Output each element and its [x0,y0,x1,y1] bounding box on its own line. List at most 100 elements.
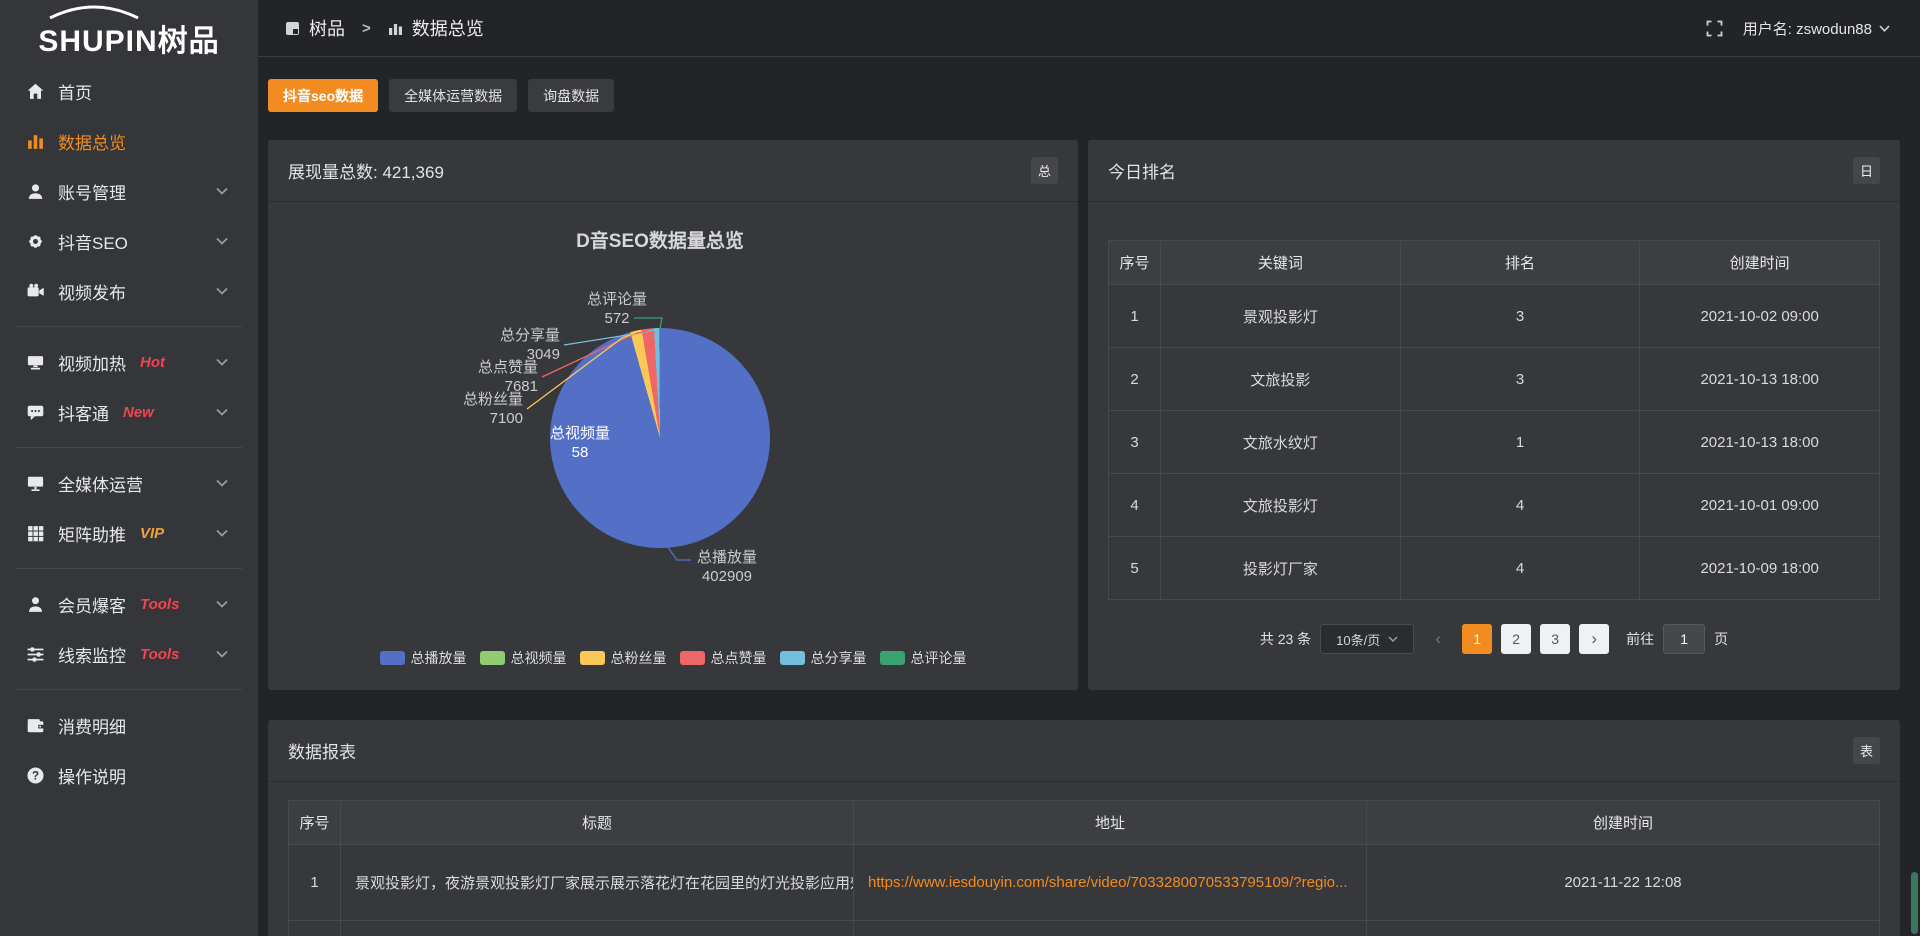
ranking-panel-title: 今日排名 [1108,158,1176,183]
day-toggle-button[interactable]: 日 [1853,157,1880,184]
legend-swatch [380,651,405,665]
goto-label: 前往 [1626,629,1654,649]
sidebar-item-label: 矩阵助推 [58,521,126,546]
sidebar-item-video-heat[interactable]: 视频加热 Hot [0,337,258,387]
vip-badge: VIP [140,525,164,542]
legend-item-videos[interactable]: 总视频量 [480,648,567,668]
page-button-3[interactable]: 3 [1540,624,1570,654]
sidebar-item-label: 全媒体运营 [58,471,143,496]
question-circle-icon: ? [26,766,45,785]
pagination: 共 23 条 10条/页 ‹ 1 2 3 › 前往 页 [1108,624,1880,654]
col-index: 序号 [1109,241,1161,285]
chevron-down-icon [216,187,228,195]
hot-badge: Hot [140,354,165,371]
table-row: 1 景观投影灯，夜游景观投影灯厂家展示展示落花灯在花园里的灯光投影应用效果 # … [289,845,1880,921]
pie-chart-area: D音SEO数据量总览 总评论量572 总分享量3049 总点赞量7681 总粉丝… [268,202,1078,690]
legend-swatch [680,651,705,665]
chevron-down-icon [216,529,228,537]
page-button-1[interactable]: 1 [1462,624,1492,654]
sidebar-item-douyin-seo[interactable]: 抖音SEO [0,216,258,266]
video-camera-icon [26,282,45,301]
sliders-icon [26,645,45,664]
breadcrumb: 树品 > 数据总览 [285,15,484,41]
col-rank: 排名 [1400,241,1640,285]
sidebar-item-account[interactable]: 账号管理 [0,166,258,216]
page-size-select[interactable]: 10条/页 [1320,624,1414,654]
breadcrumb-current[interactable]: 数据总览 [412,15,484,41]
page-button-2[interactable]: 2 [1501,624,1531,654]
user-menu[interactable]: 用户名: zswodun88 [1743,18,1890,39]
sidebar-item-lead-monitor[interactable]: 线索监控 Tools [0,629,258,679]
fullscreen-icon[interactable] [1706,20,1723,37]
sidebar-item-label: 视频加热 [58,350,126,375]
new-badge: New [123,404,154,421]
tab-all-media-data[interactable]: 全媒体运营数据 [389,79,517,112]
grid-icon [26,524,45,543]
brand-logo-text: SHUPIN树品 [0,16,258,60]
legend-item-comments[interactable]: 总评论量 [880,648,967,668]
chevron-down-icon [216,287,228,295]
legend-swatch [580,651,605,665]
sidebar-item-spend-detail[interactable]: 消费明细 [0,700,258,750]
legend-item-shares[interactable]: 总分享量 [780,648,867,668]
sidebar-item-label: 首页 [58,79,92,104]
sidebar-item-label: 抖客通 [58,400,109,425]
user-icon [26,182,45,201]
monitor-icon [26,474,45,493]
chat-bubble-icon [26,403,45,422]
legend-swatch [480,651,505,665]
legend-item-fans[interactable]: 总粉丝量 [580,648,667,668]
pagination-total: 共 23 条 [1260,629,1311,649]
sidebar-item-label: 视频发布 [58,279,126,304]
today-ranking-panel: 今日排名 日 序号 关键词 排名 创建时间 1景观投影灯32021-10-02 … [1088,140,1900,690]
tv-promote-icon [26,353,45,372]
sidebar-item-video-publish[interactable]: 视频发布 [0,266,258,316]
data-report-panel: 数据报表 表 序号 标题 地址 创建时间 1 景观投影灯，夜游景观投影灯厂家展示… [268,720,1900,936]
sidebar-item-member-leads[interactable]: 会员爆客 Tools [0,579,258,629]
report-table-wrap: 序号 标题 地址 创建时间 1 景观投影灯，夜游景观投影灯厂家展示展示落花灯在花… [268,800,1900,936]
pie-label-comments: 总评论量572 [567,290,667,328]
table-header-row: 序号 标题 地址 创建时间 [289,801,1880,845]
video-url-link[interactable]: https://www.iesdouyin.com/share/video/70… [868,874,1348,891]
report-table: 序号 标题 地址 创建时间 1 景观投影灯，夜游景观投影灯厂家展示展示落花灯在花… [288,800,1880,936]
prev-page-button[interactable]: ‹ [1423,624,1453,654]
video-url-cell: https://www.iesdouyin.com/share/video/70… [854,845,1367,921]
video-title-cell: 景观投影灯，夜游景观投影灯厂家展示展示落花灯在花园里的灯光投影应用效果 # [341,845,854,921]
topbar-right: 用户名: zswodun88 [1706,18,1890,39]
chevron-down-icon [1388,636,1398,642]
user-solid-icon [26,595,45,614]
bar-chart-icon [26,132,45,151]
tab-douyin-seo-data[interactable]: 抖音seo数据 [268,79,378,112]
sidebar-item-label: 账号管理 [58,179,126,204]
page-scrollbar-thumb[interactable] [1911,872,1918,934]
bar-chart-icon [388,21,403,36]
chevron-down-icon [216,358,228,366]
breadcrumb-separator: > [362,20,371,37]
sidebar-item-help[interactable]: ? 操作说明 [0,750,258,800]
sidebar-item-home[interactable]: 首页 [0,66,258,116]
impressions-chart-panel: 展现量总数: 421,369 总 D音SEO数据量总览 总评论量572 总分享量… [268,140,1078,690]
sidebar-item-douketong[interactable]: 抖客通 New [0,387,258,437]
wallet-icon [26,716,45,735]
ranking-panel-header: 今日排名 日 [1088,140,1900,202]
col-url: 地址 [854,801,1367,845]
table-row: 2文旅投影32021-10-13 18:00 [1109,348,1880,411]
goto-page-input[interactable] [1663,624,1705,654]
sidebar-item-data-overview[interactable]: 数据总览 [0,116,258,166]
legend-item-plays[interactable]: 总播放量 [380,648,467,668]
menu-divider [16,447,242,448]
next-page-button[interactable]: › [1579,624,1609,654]
tab-inquiry-data[interactable]: 询盘数据 [528,79,614,112]
table-row: 3文旅水纹灯12021-10-13 18:00 [1109,411,1880,474]
chevron-down-icon [216,650,228,658]
table-row: 5投影灯厂家42021-10-09 18:00 [1109,537,1880,600]
pie-label-plays: 总播放量402909 [662,548,792,586]
total-toggle-button[interactable]: 总 [1031,157,1058,184]
menu-divider [16,689,242,690]
sidebar-item-matrix-boost[interactable]: 矩阵助推 VIP [0,508,258,558]
breadcrumb-root[interactable]: 树品 [309,15,345,41]
sidebar-item-all-media[interactable]: 全媒体运营 [0,458,258,508]
legend-swatch [880,651,905,665]
table-toggle-button[interactable]: 表 [1853,737,1880,764]
legend-item-likes[interactable]: 总点赞量 [680,648,767,668]
